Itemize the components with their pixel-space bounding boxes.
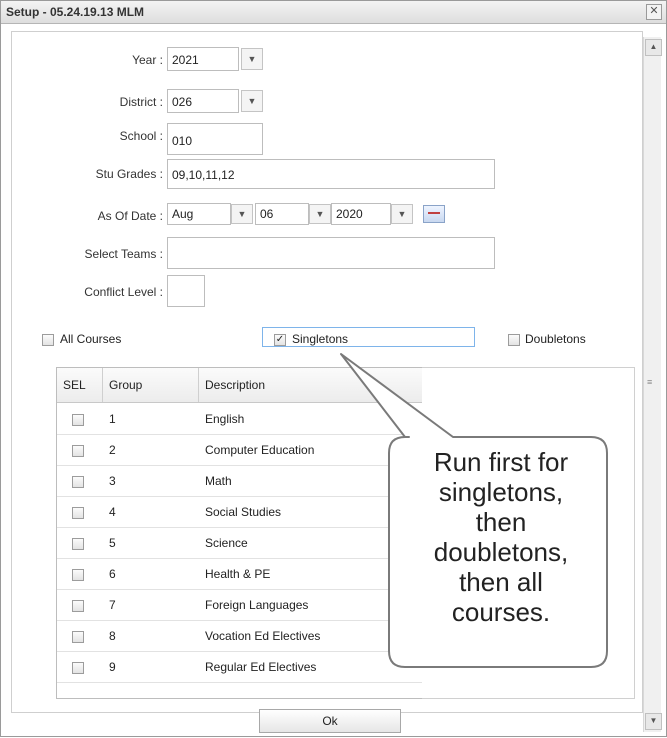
day-select[interactable]: 06 [255,203,309,225]
group-cell: 5 [109,536,116,550]
ok-button[interactable]: Ok [259,709,401,733]
calendar-icon[interactable] [423,205,445,223]
row-select-checkbox[interactable] [72,631,84,643]
callout-line: doubletons, [433,537,569,567]
day-dropdown-chevron-down-icon[interactable]: ▼ [309,204,331,224]
year-select[interactable]: 2021 [167,47,239,71]
table-row[interactable]: 3 Math [57,466,423,497]
month-dropdown-chevron-down-icon[interactable]: ▼ [231,204,253,224]
school-label: School : [119,129,163,143]
callout-text: Run first for singletons, then doubleton… [393,447,609,627]
row-select-checkbox[interactable] [72,445,84,457]
school-field[interactable]: 010 [167,123,263,155]
description-cell: Foreign Languages [205,598,309,612]
table-row[interactable]: 2 Computer Education [57,435,423,466]
close-icon[interactable]: ✕ [646,4,662,20]
scroll-down-icon[interactable]: ▼ [645,713,662,730]
doubletons-checkbox[interactable] [508,334,520,346]
title-bar: Setup - 05.24.19.13 MLM ✕ [1,1,666,24]
group-column-header[interactable]: Group [103,368,199,402]
description-cell: Vocation Ed Electives [205,629,321,643]
table-header: SEL Group Description [57,368,423,403]
description-column-header[interactable]: Description [199,368,423,402]
month-select[interactable]: Aug [167,203,231,225]
row-select-checkbox[interactable] [72,538,84,550]
callout-line: then [475,507,527,537]
description-cell: Health & PE [205,567,271,581]
all-courses-checkbox[interactable] [42,334,54,346]
group-cell: 3 [109,474,116,488]
course-groups-table: SEL Group Description 1 English 2 Comput… [56,367,424,699]
singletons-checkbox[interactable]: ✓ [274,334,286,346]
group-cell: 1 [109,412,116,426]
district-label: District : [119,95,163,109]
row-select-checkbox[interactable] [72,476,84,488]
row-select-checkbox[interactable] [72,600,84,612]
table-row[interactable]: 1 English [57,404,423,435]
select-teams-field[interactable] [167,237,495,269]
year-dropdown-chevron-down-icon[interactable]: ▼ [241,48,263,70]
stu-grades-label: Stu Grades : [95,167,163,181]
as-of-date-label: As Of Date : [97,209,163,223]
group-cell: 2 [109,443,116,457]
table-row[interactable]: 6 Health & PE [57,559,423,590]
table-row[interactable]: 8 Vocation Ed Electives [57,621,423,652]
year-date-select[interactable]: 2020 [331,203,391,225]
select-teams-label: Select Teams : [84,247,163,261]
district-select[interactable]: 026 [167,89,239,113]
callout-line: singletons, [438,477,564,507]
group-cell: 7 [109,598,116,612]
sel-column-header[interactable]: SEL [57,368,103,402]
group-cell: 4 [109,505,116,519]
table-row[interactable]: 5 Science [57,528,423,559]
group-cell: 6 [109,567,116,581]
table-row[interactable]: 7 Foreign Languages [57,590,423,621]
row-select-checkbox[interactable] [72,662,84,674]
setup-dialog: Setup - 05.24.19.13 MLM ✕ ▲ ≡ ▼ Year : 2… [0,0,667,737]
year-label: Year : [132,53,163,67]
callout-line: courses. [451,597,551,627]
singletons-label: Singletons [292,332,349,346]
row-select-checkbox[interactable] [72,569,84,581]
description-cell: Science [205,536,248,550]
table-row[interactable]: 4 Social Studies [57,497,423,528]
conflict-level-field[interactable] [167,275,205,307]
vertical-scrollbar[interactable]: ▲ ≡ ▼ [643,37,662,732]
year-date-dropdown-chevron-down-icon[interactable]: ▼ [391,204,413,224]
table-row[interactable]: 9 Regular Ed Electives [57,652,423,683]
group-cell: 8 [109,629,116,643]
description-cell: English [205,412,245,426]
dialog-title: Setup - 05.24.19.13 MLM [6,5,145,19]
callout-line: then all [459,567,543,597]
scroll-grip-icon[interactable]: ≡ [647,377,652,387]
conflict-level-label: Conflict Level : [84,285,163,299]
group-cell: 9 [109,660,116,674]
callout-line: Run first for [433,447,569,477]
district-dropdown-chevron-down-icon[interactable]: ▼ [241,90,263,112]
doubletons-label: Doubletons [525,332,586,346]
all-courses-label: All Courses [60,332,122,346]
scroll-up-icon[interactable]: ▲ [645,39,662,56]
description-cell: Computer Education [205,443,315,457]
description-cell: Regular Ed Electives [205,660,317,674]
row-select-checkbox[interactable] [72,507,84,519]
stu-grades-field[interactable]: 09,10,11,12 [167,159,495,189]
row-select-checkbox[interactable] [72,414,84,426]
description-cell: Social Studies [205,505,282,519]
description-cell: Math [205,474,232,488]
